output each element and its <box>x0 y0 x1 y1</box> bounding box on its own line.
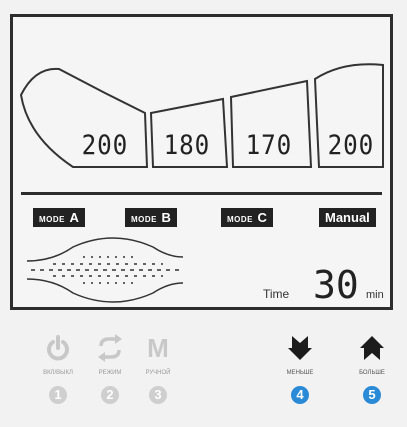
mode-button[interactable]: РЕЖИМ 2 <box>86 334 134 404</box>
mode-a-letter: A <box>69 210 79 225</box>
increase-button[interactable]: БОЛЬШЕ 5 <box>348 334 396 404</box>
lcd-display: 200 180 170 200 MODE A MODE B MODE C Man… <box>10 14 393 310</box>
time-value: 30 <box>313 263 359 307</box>
mode-caption: РЕЖИМ <box>98 370 122 376</box>
cycle-icon <box>98 334 122 362</box>
mode-a-prefix: MODE <box>39 215 65 224</box>
mode-b-prefix: MODE <box>131 215 157 224</box>
power-button[interactable]: ВКЛ/ВЫКЛ 1 <box>34 334 82 404</box>
increase-caption: БОЛЬШЕ <box>359 370 385 376</box>
display-divider <box>21 192 382 195</box>
manual-button[interactable]: M РУЧНОЙ 3 <box>134 334 182 404</box>
decrease-button[interactable]: МЕНЬШЕ 4 <box>276 334 324 404</box>
m-icon: M <box>147 333 169 363</box>
mode-c-letter: C <box>257 210 267 225</box>
button-number-3: 3 <box>149 386 167 404</box>
manual-indicator: Manual <box>319 208 376 227</box>
time-label: Time <box>263 287 290 301</box>
button-number-4: 4 <box>291 386 309 404</box>
arrow-up-icon <box>360 336 384 360</box>
decrease-caption: МЕНЬШЕ <box>286 370 314 376</box>
mode-c-prefix: MODE <box>227 215 253 224</box>
manual-label: Manual <box>325 210 370 225</box>
mode-b-letter: B <box>161 210 171 225</box>
arrow-down-icon <box>288 336 312 360</box>
pressure-readout-2: 180 <box>163 130 211 161</box>
mode-a-indicator: MODE A <box>33 208 85 227</box>
airflow-icon <box>26 237 184 303</box>
power-caption: ВКЛ/ВЫКЛ <box>43 370 73 376</box>
manual-caption: РУЧНОЙ <box>145 370 171 376</box>
time-unit: min <box>366 289 384 301</box>
pressure-readout-4: 200 <box>327 130 375 161</box>
mode-c-indicator: MODE C <box>221 208 273 227</box>
power-icon <box>47 335 69 361</box>
pressure-readout-3: 170 <box>245 130 293 161</box>
button-number-2: 2 <box>101 386 119 404</box>
button-number-5: 5 <box>363 386 381 404</box>
button-number-1: 1 <box>49 386 67 404</box>
mode-b-indicator: MODE B <box>125 208 177 227</box>
pressure-readout-1: 200 <box>81 130 129 161</box>
